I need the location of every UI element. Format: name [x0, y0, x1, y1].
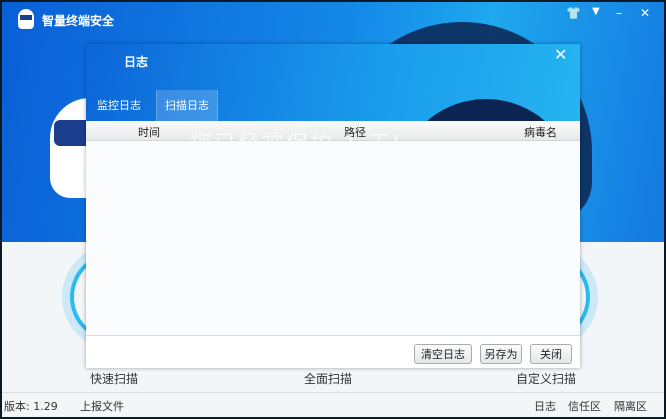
dialog-footer: 清空日志 另存为 关闭	[86, 335, 580, 368]
column-time[interactable]: 时间	[138, 124, 160, 140]
quarantine-link[interactable]: 隔离区	[614, 398, 647, 414]
log-table-body[interactable]	[86, 141, 580, 335]
skin-icon[interactable]: 👕	[566, 6, 581, 20]
trust-zone-link[interactable]: 信任区	[568, 398, 601, 414]
menu-icon[interactable]: ▼	[592, 6, 600, 17]
tab-monitor-log[interactable]: 监控日志	[88, 90, 150, 121]
close-button[interactable]: 关闭	[530, 344, 572, 364]
app-logo-icon	[18, 9, 34, 29]
quick-scan-label: 快速扫描	[90, 372, 139, 386]
version-label: 版本: 1.29	[4, 400, 58, 413]
minimize-icon[interactable]: –	[616, 6, 622, 20]
whale-illustration	[396, 99, 576, 121]
report-file-link[interactable]: 上报文件	[80, 398, 124, 414]
clear-log-button[interactable]: 清空日志	[414, 344, 472, 364]
log-link[interactable]: 日志	[534, 398, 556, 414]
dialog-title: 日志	[124, 55, 149, 69]
custom-scan-label: 自定义扫描	[516, 372, 577, 386]
full-scan-label: 全面扫描	[304, 372, 353, 386]
app-title: 智量终端安全	[42, 14, 115, 28]
log-dialog: 日志 ✕ 监控日志 扫描日志 时间 路径 病毒名 您已经被保护 1 天! 清空日…	[86, 44, 580, 368]
tab-scan-log[interactable]: 扫描日志	[156, 90, 218, 121]
save-as-button[interactable]: 另存为	[480, 344, 522, 364]
column-virus-name[interactable]: 病毒名	[524, 124, 557, 140]
dialog-header: 日志 ✕ 监控日志 扫描日志	[86, 44, 580, 121]
status-bar: 版本: 1.29 上报文件 日志 信任区 隔离区	[2, 392, 664, 417]
close-icon[interactable]: ✕	[640, 6, 650, 20]
dialog-close-icon[interactable]: ✕	[554, 45, 567, 64]
